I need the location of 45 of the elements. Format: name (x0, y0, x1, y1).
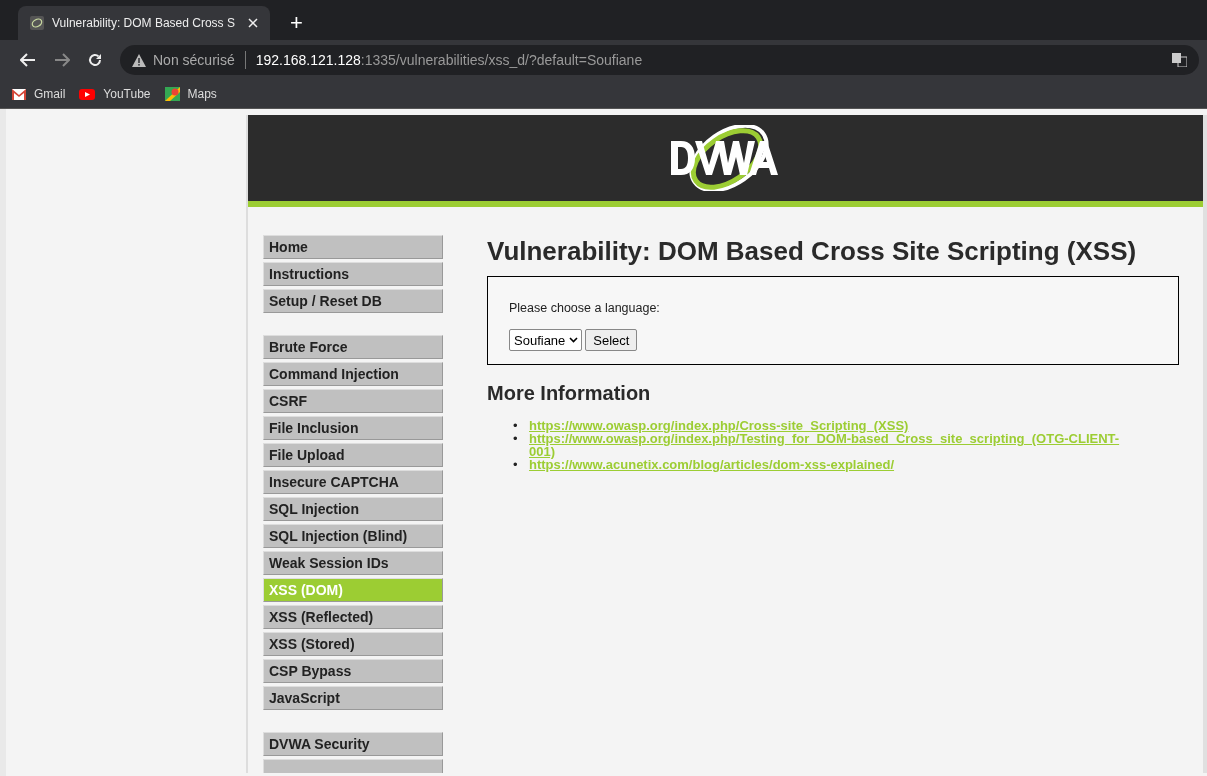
close-icon[interactable] (248, 18, 258, 28)
menu-item[interactable]: Home (263, 235, 443, 259)
map-pin-icon (164, 87, 180, 101)
menu-item[interactable]: DVWA Security (263, 732, 443, 756)
back-arrow-icon[interactable] (20, 53, 36, 67)
warning-icon (132, 53, 146, 67)
menu-item[interactable]: Insecure CAPTCHA (263, 470, 443, 494)
security-label: Non sécurisé (153, 52, 235, 68)
favicon-icon (30, 16, 44, 30)
url-text: 192.168.121.128:1335/vulnerabilities/xss_d/?default=Soufiane (255, 52, 644, 68)
menu-item[interactable]: CSRF (263, 389, 443, 413)
menu-item[interactable]: Brute Force (263, 335, 443, 359)
tab-title: Vulnerability: DOM Based Cross S (52, 16, 236, 30)
bullet: • (513, 432, 519, 445)
language-select[interactable]: Soufiane (509, 329, 583, 351)
bookmark[interactable]: Maps (164, 87, 217, 101)
page-title: Vulnerability: DOM Based Cross Site Scripting (XSS) (487, 235, 1138, 267)
bullet: • (513, 419, 519, 432)
address-bar[interactable]: Non sécurisé 192.168.121.128:1335/vulnerabilities/xss_d/?default=Soufiane (120, 45, 1199, 75)
menu-item[interactable]: Instructions (263, 262, 443, 286)
menu-item[interactable]: CSP Bypass (263, 659, 443, 683)
bookmark[interactable]: Gmail (12, 87, 66, 101)
browser-tab[interactable]: Vulnerability: DOM Based Cross S (18, 6, 270, 40)
menu-item[interactable]: Setup / Reset DB (263, 289, 443, 313)
form-label: Please choose a language: (509, 301, 661, 315)
play-icon (79, 88, 96, 100)
menu-item[interactable]: XSS (Reflected) (263, 605, 443, 629)
menu-item[interactable]: SQL Injection (Blind) (263, 524, 443, 548)
chevron-icon (569, 337, 579, 343)
forward-arrow-icon[interactable] (54, 53, 70, 67)
mail-icon (12, 88, 26, 100)
section-heading: More Information (487, 382, 652, 405)
menu-item[interactable]: XSS (Stored) (263, 632, 443, 656)
menu-item[interactable]: JavaScript (263, 686, 443, 710)
select-button[interactable]: Select (585, 329, 638, 351)
menu-item[interactable]: Command Injection (263, 362, 443, 386)
bookmark[interactable]: YouTube (79, 87, 151, 101)
menu-item[interactable]: SQL Injection (263, 497, 443, 521)
menu-item[interactable]: File Upload (263, 443, 443, 467)
menu-item[interactable]: Weak Session IDs (263, 551, 443, 575)
translate-icon[interactable] (1172, 53, 1187, 67)
menu-item[interactable]: File Inclusion (263, 416, 443, 440)
new-tab-button[interactable]: + (284, 6, 309, 40)
bullet: • (513, 458, 519, 471)
reload-icon[interactable] (88, 53, 102, 67)
